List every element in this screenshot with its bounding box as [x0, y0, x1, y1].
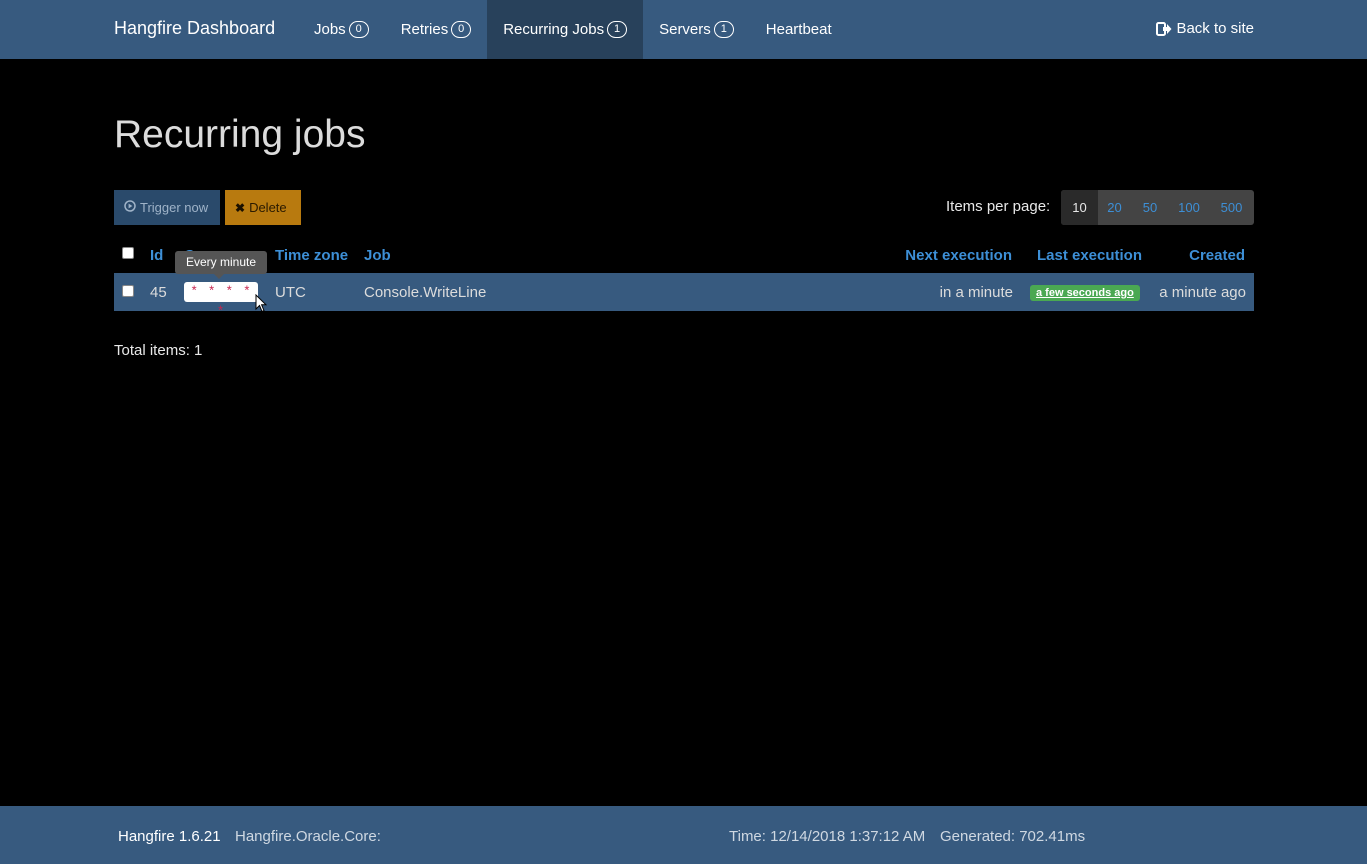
- nav-item-retries[interactable]: Retries 0: [385, 0, 488, 59]
- select-all-checkbox[interactable]: [122, 247, 134, 259]
- column-header-created[interactable]: Created: [1189, 247, 1245, 264]
- brand-link[interactable]: Hangfire Dashboard: [114, 18, 275, 39]
- back-to-site-link[interactable]: Back to site: [1156, 20, 1254, 37]
- delete-label: Delete: [249, 200, 287, 215]
- items-per-page-selector: 10 20 50 100 500: [1061, 190, 1254, 225]
- timezone-cell: UTC: [275, 284, 306, 301]
- items-per-page-label: Items per page:: [946, 198, 1051, 215]
- nav-item-jobs[interactable]: Jobs 0: [298, 0, 385, 59]
- per-page-option-100[interactable]: 100: [1169, 190, 1209, 225]
- column-header-last-execution[interactable]: Last execution: [1037, 247, 1142, 264]
- main-nav: Jobs 0 Retries 0 Recurring Jobs 1 Server…: [298, 0, 848, 59]
- close-icon: ✖: [235, 200, 246, 215]
- per-page-option-50[interactable]: 50: [1131, 190, 1169, 225]
- trigger-now-label: Trigger now: [140, 200, 209, 215]
- total-items: Total items: 1: [114, 342, 203, 359]
- cron-tooltip: Every minute: [175, 251, 267, 274]
- column-header-job[interactable]: Job: [364, 247, 391, 264]
- mouse-cursor-icon: [255, 294, 267, 313]
- table-row[interactable]: 45 * * * * * UTC Console.WriteLine in a …: [114, 273, 1254, 319]
- delete-button[interactable]: ✖ Delete: [225, 190, 301, 225]
- count-badge: 0: [348, 21, 369, 38]
- nav-item-servers[interactable]: Servers 1: [643, 0, 750, 59]
- row-checkbox[interactable]: [122, 285, 134, 297]
- nav-item-label: Jobs: [314, 21, 346, 38]
- per-page-option-10[interactable]: 10: [1061, 190, 1098, 225]
- job-id[interactable]: 45: [150, 284, 167, 301]
- created-time: a minute ago: [1159, 284, 1246, 301]
- sign-out-icon: [1156, 21, 1172, 36]
- count-badge: 1: [607, 21, 628, 38]
- tooltip-arrow: [214, 274, 224, 279]
- footer-time: Time: 12/14/2018 1:37:12 AM: [729, 828, 926, 845]
- nav-item-label: Heartbeat: [765, 21, 832, 38]
- last-execution-badge[interactable]: a few seconds ago: [1030, 285, 1140, 301]
- footer: Hangfire 1.6.21 Hangfire.Oracle.Core: Ti…: [0, 806, 1367, 864]
- nav-item-heartbeat[interactable]: Heartbeat: [750, 0, 848, 59]
- column-header-id[interactable]: Id: [150, 247, 163, 264]
- nav-item-label: Recurring Jobs: [503, 21, 605, 38]
- column-header-timezone[interactable]: Time zone: [275, 247, 348, 264]
- play-circle-icon: [124, 200, 136, 215]
- count-badge: 1: [713, 21, 734, 38]
- nav-item-label: Retries: [400, 21, 449, 38]
- per-page-option-20[interactable]: 20: [1098, 190, 1131, 225]
- footer-generated: Generated: 702.41ms: [940, 828, 1086, 845]
- job-name: Console.WriteLine: [364, 284, 487, 301]
- trigger-now-button[interactable]: Trigger now: [114, 190, 220, 225]
- page-title: Recurring jobs: [114, 113, 366, 156]
- back-to-site-label: Back to site: [1176, 20, 1254, 37]
- nav-item-label: Servers: [659, 21, 711, 38]
- count-badge: 0: [451, 21, 472, 38]
- footer-version[interactable]: Hangfire 1.6.21: [118, 828, 221, 845]
- table-header: Id Cron Time zone Job Next execution Las…: [114, 241, 1254, 271]
- next-execution: in a minute: [939, 284, 1013, 301]
- column-header-next-execution[interactable]: Next execution: [905, 247, 1012, 264]
- per-page-option-500[interactable]: 500: [1209, 190, 1254, 225]
- nav-item-recurring-jobs[interactable]: Recurring Jobs 1: [487, 0, 644, 59]
- top-navbar: Hangfire Dashboard Jobs 0 Retries 0 Recu…: [0, 0, 1367, 59]
- footer-storage: Hangfire.Oracle.Core:: [235, 828, 381, 845]
- cron-expression[interactable]: * * * * *: [184, 282, 258, 319]
